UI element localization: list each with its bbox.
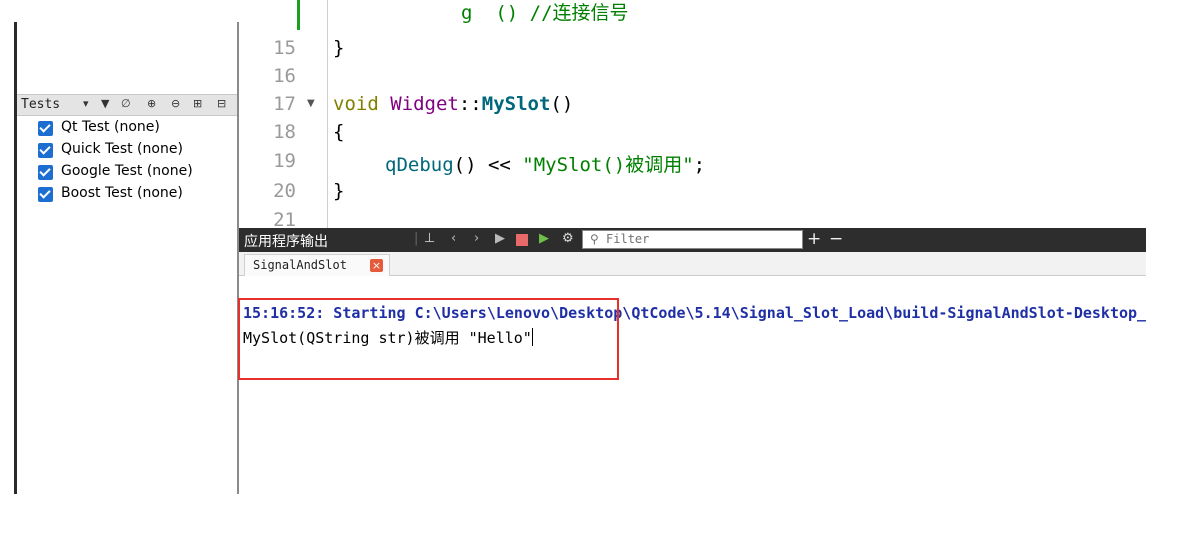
output-tab-bar: SignalAndSlot × bbox=[239, 252, 1146, 276]
parens: () bbox=[550, 93, 574, 115]
run-tests-icon[interactable]: ∅ bbox=[121, 97, 131, 110]
filter-placeholder-text: Filter bbox=[606, 232, 650, 246]
filter-placeholder: ⚲ Filter bbox=[590, 232, 649, 246]
zoom-in-icon[interactable]: + bbox=[807, 229, 821, 249]
code-line-partial: g () //连接信号 bbox=[461, 2, 629, 24]
scope-separator: :: bbox=[458, 93, 482, 115]
tab-label: SignalAndSlot bbox=[253, 258, 347, 272]
fold-arrow-icon[interactable]: ▼ bbox=[307, 98, 315, 109]
clear-output-icon[interactable]: ⊥ bbox=[424, 231, 435, 246]
tab-signalandslot[interactable]: SignalAndSlot × bbox=[244, 254, 390, 276]
next-icon[interactable]: › bbox=[474, 231, 479, 246]
code-line: } bbox=[333, 37, 345, 59]
close-panel-icon[interactable]: ⊟ bbox=[217, 97, 226, 110]
expand-all-icon[interactable]: ⊕ bbox=[147, 97, 156, 110]
left-panel-border bbox=[14, 22, 17, 494]
class-name: Widget bbox=[390, 93, 459, 115]
previous-icon[interactable]: ‹ bbox=[451, 231, 456, 246]
test-item-label: Google Test (none) bbox=[61, 163, 193, 179]
output-pane-toolbar: 应用程序输出 | ⊥ ‹ › ▶ ▶ ⚙ ⚲ Filter + − bbox=[239, 228, 1146, 252]
stop-icon[interactable] bbox=[516, 234, 528, 246]
zoom-out-icon[interactable]: − bbox=[829, 229, 843, 249]
code-line: qDebug() << "MySlot()被调用"; bbox=[385, 150, 705, 177]
tests-panel-title: Tests bbox=[21, 97, 61, 112]
line-number: 15 bbox=[273, 37, 296, 59]
filter-input[interactable]: ⚲ Filter bbox=[582, 230, 803, 249]
checkbox-icon[interactable] bbox=[38, 187, 53, 202]
test-item-label: Qt Test (none) bbox=[61, 119, 160, 135]
line-number: 16 bbox=[273, 65, 296, 87]
split-icon[interactable]: ⊞ bbox=[193, 97, 202, 110]
run-icon[interactable]: ▶ bbox=[495, 231, 505, 246]
line-number: 18 bbox=[273, 121, 296, 143]
code-line: void Widget::MySlot() bbox=[333, 93, 573, 115]
test-item-label: Boost Test (none) bbox=[61, 185, 183, 201]
line-number: 17 bbox=[273, 93, 296, 115]
line-number: 20 bbox=[273, 180, 296, 202]
code-editor[interactable]: g () //连接信号 15 } 16 17 ▼ void Widget::My… bbox=[239, 0, 1146, 228]
checkbox-icon[interactable] bbox=[38, 165, 53, 180]
checkbox-icon[interactable] bbox=[38, 121, 53, 136]
string-literal: "MySlot()被调用" bbox=[522, 154, 694, 176]
collapse-all-icon[interactable]: ⊖ bbox=[171, 97, 180, 110]
function-name: MySlot bbox=[481, 93, 551, 115]
code-line: } bbox=[333, 180, 345, 202]
highlight-box bbox=[238, 298, 619, 380]
toolbar-separator: | bbox=[414, 231, 419, 246]
tests-panel-header: Tests ▾ ▼ ∅ ⊕ ⊖ ⊞ ⊟ bbox=[17, 94, 237, 116]
filter-icon[interactable]: ▼ bbox=[101, 97, 109, 110]
semicolon: ; bbox=[693, 154, 706, 176]
search-icon: ⚲ bbox=[590, 232, 599, 246]
line-number: 21 bbox=[273, 209, 296, 228]
change-marker bbox=[297, 0, 300, 30]
checkbox-icon[interactable] bbox=[38, 143, 53, 158]
keyword: void bbox=[333, 93, 379, 115]
code-line: { bbox=[333, 121, 345, 143]
debug-run-icon[interactable]: ▶ bbox=[539, 231, 549, 246]
output-pane-title: 应用程序输出 bbox=[244, 234, 328, 250]
gear-icon[interactable]: ⚙ bbox=[562, 231, 574, 246]
function-call: qDebug bbox=[385, 154, 454, 176]
line-number: 19 bbox=[273, 150, 296, 172]
test-item-label: Quick Test (none) bbox=[61, 141, 183, 157]
close-icon[interactable]: × bbox=[370, 259, 383, 272]
fold-margin bbox=[327, 0, 328, 228]
operator: () << bbox=[453, 154, 523, 176]
chevron-down-icon[interactable]: ▾ bbox=[83, 97, 89, 110]
